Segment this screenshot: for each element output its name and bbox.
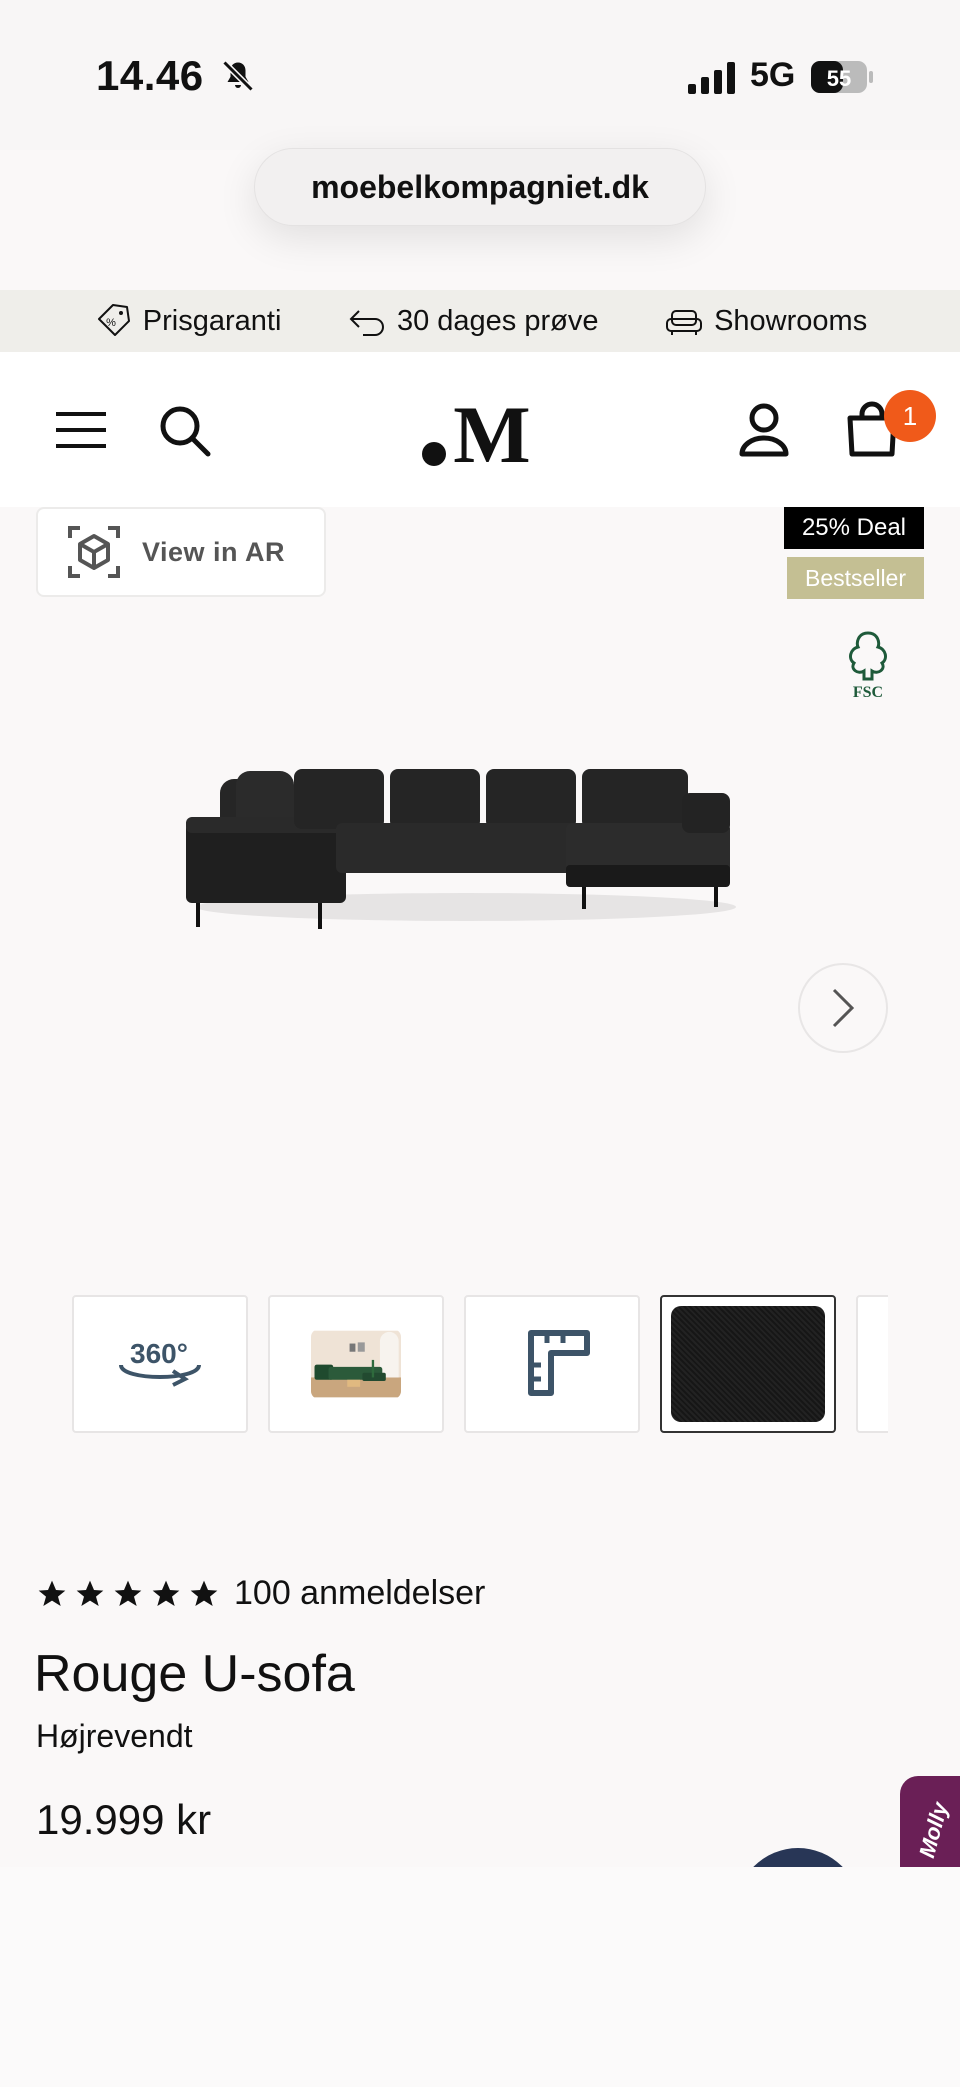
360-view-icon: 360° bbox=[119, 1338, 201, 1387]
fsc-logo-icon: FSC bbox=[849, 631, 887, 701]
product-price: 19.999 kr bbox=[36, 1796, 212, 1843]
network-type: 5G bbox=[750, 56, 796, 94]
bell-muted-icon bbox=[222, 60, 254, 92]
product-image bbox=[186, 769, 736, 929]
status-bar: 14.46 5G 55 bbox=[0, 0, 960, 150]
svg-text:%: % bbox=[106, 317, 116, 329]
product-title: Rouge U-sofa bbox=[34, 1645, 355, 1703]
price-tag-icon: % bbox=[97, 304, 130, 336]
site-header: M 1 bbox=[0, 352, 960, 507]
chevron-right-icon bbox=[832, 988, 855, 1028]
fsc-text: FSC bbox=[853, 684, 883, 701]
review-count: 100 anmeldelser bbox=[234, 1574, 486, 1612]
cell-signal-icon bbox=[688, 62, 735, 94]
bottom-blank-area bbox=[0, 1867, 960, 2087]
thumb-fabric[interactable] bbox=[660, 1295, 836, 1433]
star-icon bbox=[190, 1580, 218, 1606]
menu-icon[interactable] bbox=[56, 408, 106, 452]
bestseller-badge: Bestseller bbox=[787, 557, 924, 599]
url-bar[interactable]: moebelkompagniet.dk bbox=[254, 148, 706, 226]
chat-button[interactable] bbox=[736, 1848, 860, 1867]
promo-price-guarantee[interactable]: % Prisgaranti bbox=[93, 301, 282, 341]
status-time: 14.46 bbox=[96, 52, 204, 99]
return-arrow-icon bbox=[349, 310, 384, 336]
molly-chat-tab[interactable]: Molly bbox=[900, 1776, 960, 1868]
promo-trial[interactable]: 30 dages prøve bbox=[347, 301, 599, 341]
fabric-swatch bbox=[671, 1306, 825, 1422]
promo-label: 30 dages prøve bbox=[396, 304, 599, 337]
next-image-button[interactable] bbox=[798, 963, 888, 1053]
search-icon[interactable] bbox=[158, 404, 212, 458]
star-icon bbox=[38, 1580, 66, 1606]
sofa-icon bbox=[666, 310, 703, 335]
brand-logo[interactable]: M bbox=[420, 392, 540, 468]
thumb-more[interactable] bbox=[856, 1295, 888, 1433]
star-icon bbox=[76, 1580, 104, 1606]
rating[interactable]: 100 anmeldelser bbox=[36, 1574, 485, 1613]
dimensions-ruler-icon bbox=[528, 1330, 590, 1396]
account-icon[interactable] bbox=[738, 402, 790, 458]
product-variant: Højrevendt bbox=[36, 1718, 193, 1754]
ar-cube-icon bbox=[68, 526, 120, 578]
logo-text: M bbox=[453, 392, 530, 468]
promo-label: Prisgaranti bbox=[142, 304, 282, 337]
thumb-dimensions[interactable] bbox=[464, 1295, 640, 1433]
thumb-room-photo[interactable] bbox=[268, 1295, 444, 1433]
deal-badge: 25% Deal bbox=[783, 507, 924, 549]
battery-icon: 55 bbox=[811, 61, 873, 93]
molly-label: Molly bbox=[914, 1799, 953, 1861]
promo-label: Showrooms bbox=[714, 304, 868, 337]
thumb-360-label: 360° bbox=[130, 1338, 188, 1369]
cart-count-badge[interactable]: 1 bbox=[884, 390, 936, 442]
room-photo bbox=[311, 1330, 401, 1398]
battery-level: 55 bbox=[827, 66, 851, 91]
thumbnail-strip: 360° bbox=[72, 1295, 888, 1435]
promo-showrooms[interactable]: Showrooms bbox=[664, 301, 867, 341]
thumb-360-view[interactable]: 360° bbox=[72, 1295, 248, 1433]
view-in-ar-button[interactable]: View in AR bbox=[36, 507, 326, 597]
star-icon bbox=[152, 1580, 180, 1606]
ar-label: View in AR bbox=[142, 536, 286, 567]
promo-strip: % Prisgaranti 30 dages prøve Showrooms bbox=[0, 290, 960, 352]
star-icon bbox=[114, 1580, 142, 1606]
